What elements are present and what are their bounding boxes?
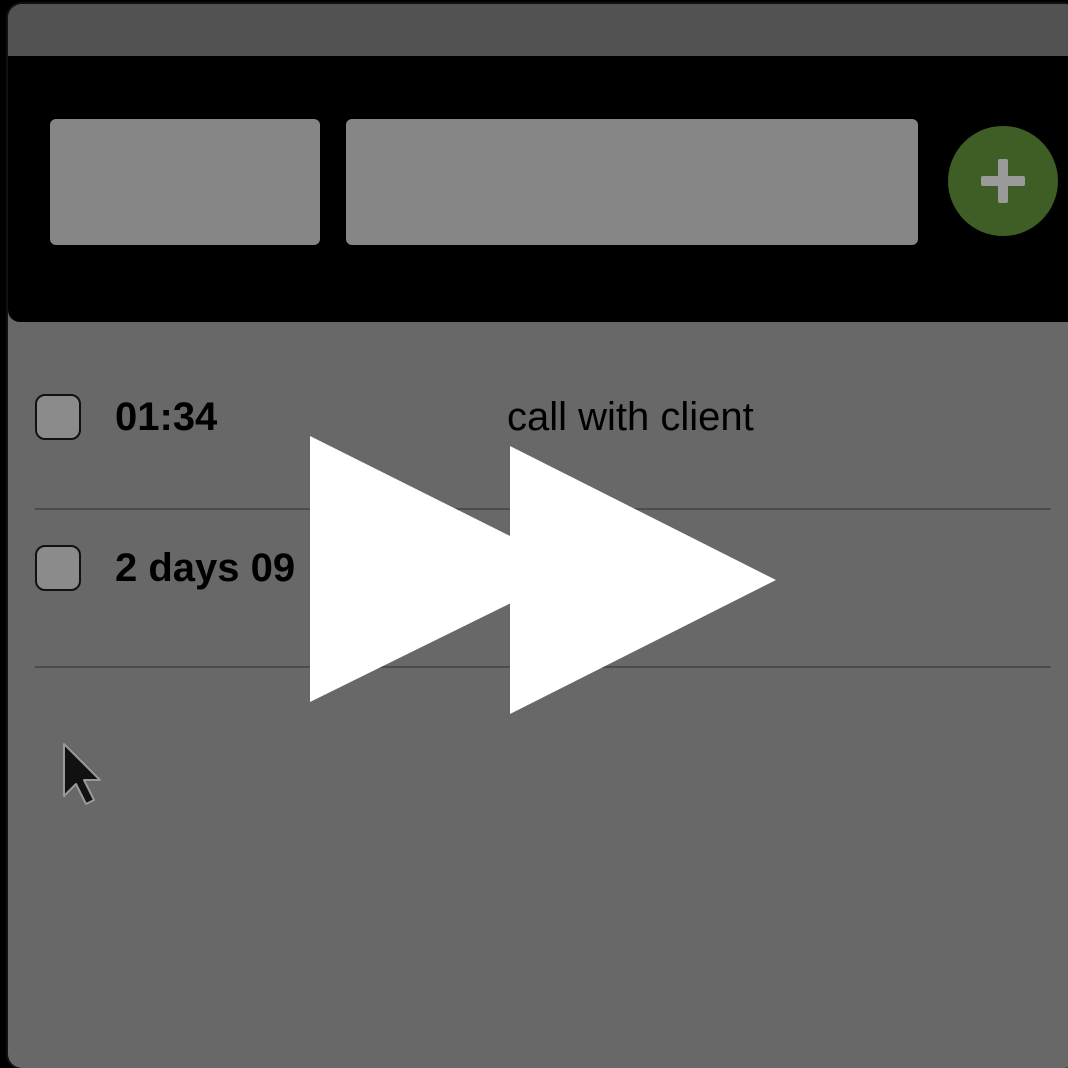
entry-duration: 01:34 — [115, 395, 218, 439]
time-input[interactable] — [50, 119, 320, 245]
entry-description: call with client — [507, 395, 754, 439]
title-bar[interactable] — [8, 4, 1068, 56]
entry-checkbox[interactable] — [35, 394, 81, 440]
app-window: 01:34 call with client 2 days 09 of conc… — [8, 4, 1068, 1068]
mouse-pointer-icon — [63, 743, 101, 805]
entry-checkbox[interactable] — [35, 545, 81, 591]
list-item: 01:34 call with client — [35, 352, 1051, 510]
plus-icon — [981, 159, 1025, 203]
list-item: 2 days 09 of concept — [35, 510, 1051, 668]
add-entry-button[interactable] — [948, 126, 1058, 236]
description-input[interactable] — [346, 119, 918, 245]
entry-form — [8, 56, 1068, 322]
entry-duration: 2 days 09 — [115, 546, 296, 590]
entry-description: of concept — [507, 546, 692, 590]
